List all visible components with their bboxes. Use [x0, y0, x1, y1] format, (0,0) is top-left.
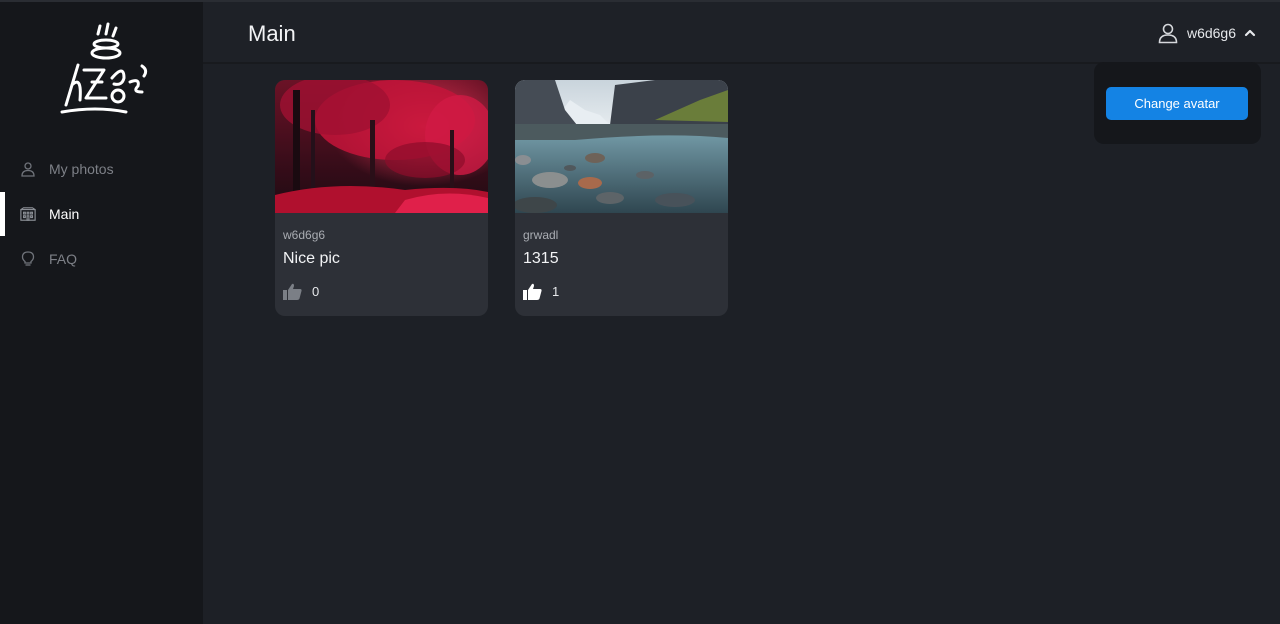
sidebar-item-label: Main	[49, 206, 80, 222]
post-title: 1315	[523, 250, 559, 267]
user-dropdown: Change avatar	[1094, 62, 1261, 144]
building-icon	[20, 206, 36, 222]
sidebar-item-label: My photos	[49, 161, 114, 177]
photo-card[interactable]: w6d6g6 Nice pic 0	[275, 80, 488, 316]
lightbulb-icon	[20, 251, 36, 267]
user-menu-toggle[interactable]: w6d6g6	[1157, 22, 1256, 44]
mountain-river-image[interactable]	[515, 80, 728, 213]
page-title: Main	[248, 21, 296, 46]
change-avatar-button[interactable]: Change avatar	[1106, 87, 1248, 120]
like-count: 0	[312, 284, 320, 299]
post-author: grwadl	[523, 228, 559, 242]
sidebar-nav: My photos Main FAQ	[0, 147, 203, 282]
chevron-up-icon	[1244, 29, 1256, 37]
sidebar-item-faq[interactable]: FAQ	[0, 237, 203, 281]
username: w6d6g6	[1186, 25, 1236, 41]
logo	[60, 22, 148, 114]
red-forest-image[interactable]	[275, 80, 488, 213]
photo-card[interactable]: grwadl 1315 1	[515, 80, 728, 316]
like-count: 1	[552, 284, 560, 299]
post-author: w6d6g6	[283, 228, 326, 242]
likes-row: 1	[523, 283, 559, 300]
sidebar-item-my-photos[interactable]: My photos	[0, 147, 203, 191]
likes-row: 0	[283, 283, 319, 300]
sidebar-item-main[interactable]: Main	[0, 192, 203, 236]
thumbs-up-icon[interactable]	[523, 283, 542, 300]
post-title: Nice pic	[283, 250, 340, 267]
user-icon	[20, 161, 36, 177]
sidebar-item-label: FAQ	[49, 251, 78, 267]
thumbs-up-icon[interactable]	[283, 283, 302, 300]
header: Main w6d6g6	[203, 2, 1280, 64]
sidebar: My photos Main FAQ	[0, 2, 203, 624]
user-icon	[1158, 23, 1178, 44]
